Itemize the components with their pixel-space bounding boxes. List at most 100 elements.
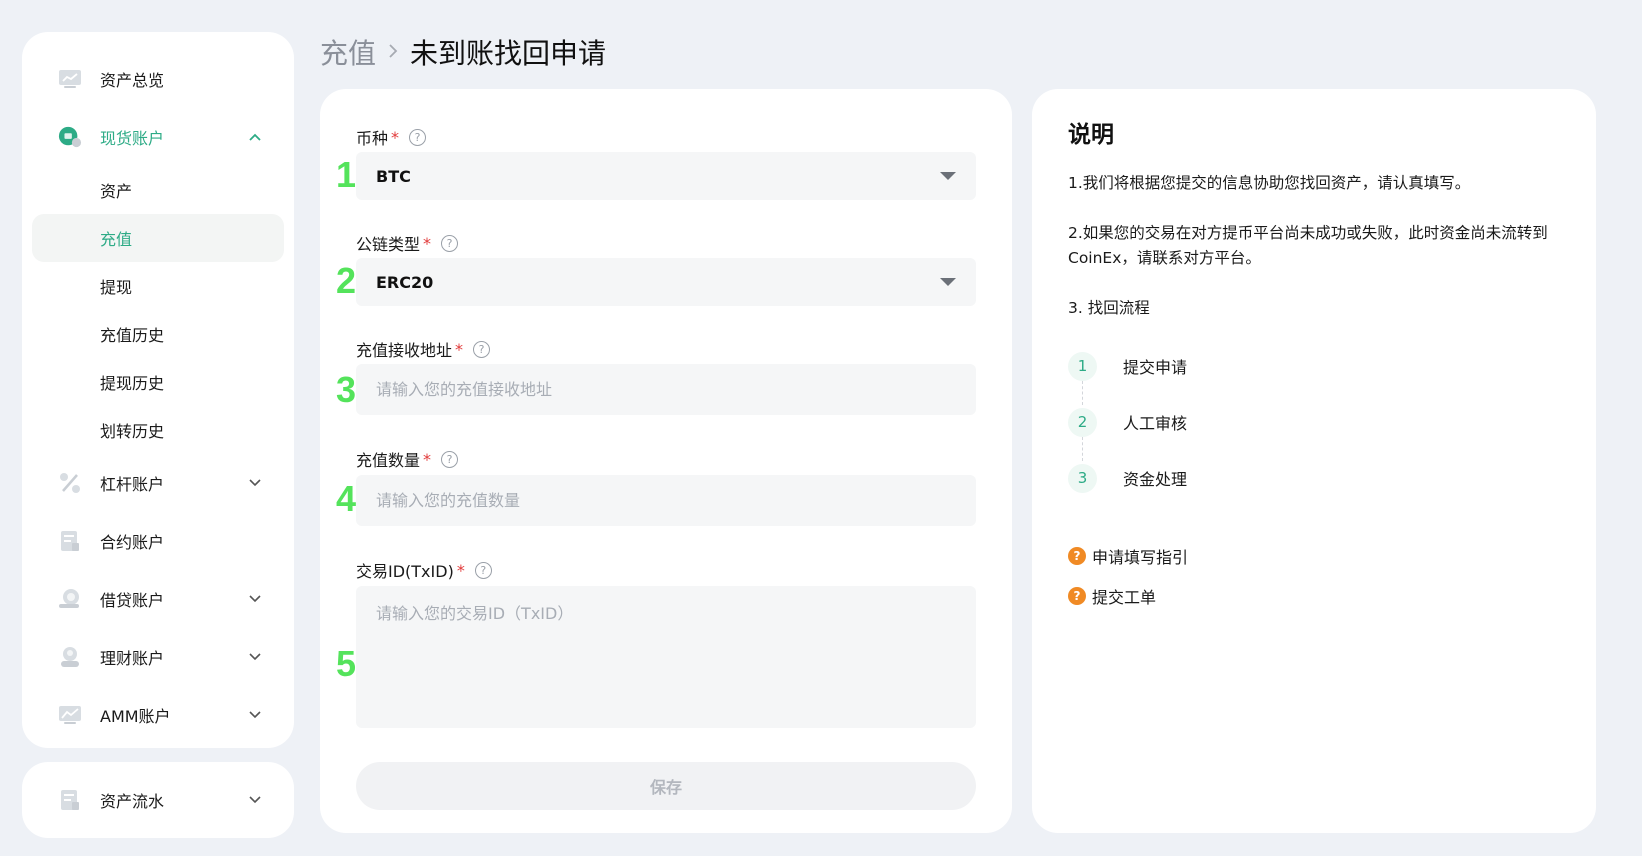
ledger-icon (58, 788, 82, 812)
sidebar-item-withdraw[interactable]: 提现 (32, 262, 284, 310)
select-value: ERC20 (376, 272, 434, 292)
instructions-title: 说明 (1068, 122, 1114, 148)
chevron-down-icon[interactable] (248, 793, 262, 807)
sidebar-item-withdraw-history[interactable]: 提现历史 (32, 358, 284, 406)
step-label: 提交申请 (1123, 358, 1188, 377)
step-label: 人工审核 (1123, 414, 1188, 433)
nav-loan-account[interactable]: 借贷账户 (22, 570, 294, 628)
nav-futures-account[interactable]: 合约账户 (22, 512, 294, 570)
help-icon[interactable]: ? (441, 234, 459, 252)
help-icon[interactable]: ? (441, 450, 459, 468)
chain-select[interactable]: ERC20 (356, 258, 976, 306)
chevron-down-icon[interactable] (248, 650, 262, 664)
nav-label: 现货账户 (100, 129, 165, 148)
required-mark: * (423, 233, 432, 253)
process-step: 1 提交申请 (1068, 338, 1560, 394)
required-mark: * (391, 127, 400, 147)
process-steps: 1 提交申请 2 人工审核 3 资金处理 (1068, 338, 1560, 506)
amm-chart-icon (58, 703, 82, 727)
process-step: 2 人工审核 (1068, 394, 1560, 450)
nav-asset-overview[interactable]: 资产总览 (22, 50, 294, 108)
save-button[interactable]: 保存 (356, 762, 976, 810)
step-marker: 5 (336, 643, 357, 684)
field-label-text: 币种 (356, 129, 389, 148)
step-number-badge: 1 (1068, 351, 1097, 381)
step-number-badge: 3 (1068, 463, 1097, 493)
field-label-text: 充值数量 (356, 451, 421, 470)
sidebar-item-transfer-history[interactable]: 划转历史 (32, 406, 284, 454)
sidebar-item-assets[interactable]: 资产 (32, 166, 284, 214)
link-label: 申请填写指引 (1092, 548, 1189, 567)
question-icon: ? (1068, 547, 1086, 565)
select-value: BTC (376, 166, 411, 186)
required-mark: * (423, 449, 432, 469)
nav-label: 借贷账户 (100, 591, 165, 610)
chevron-down-icon[interactable] (248, 476, 262, 490)
chevron-up-icon[interactable] (248, 130, 262, 144)
percent-icon (58, 471, 82, 495)
step-marker: 1 (336, 154, 357, 195)
required-mark: * (455, 339, 464, 359)
link-label: 提交工单 (1092, 588, 1157, 607)
sub-item-label: 充值 (100, 230, 133, 249)
help-icon[interactable]: ? (474, 561, 492, 579)
instructions-card: 说明 1.我们将根据您提交的信息协助您找回资产，请认真填写。 2.如果您的交易在… (1032, 89, 1596, 833)
nav-label: 资产流水 (100, 792, 165, 811)
amount-input[interactable] (356, 475, 976, 526)
field-label-text: 充值接收地址 (356, 341, 453, 360)
instruction-paragraph: 2.如果您的交易在对方提币平台尚未成功或失败，此时资金尚未流转到CoinEx，请… (1068, 224, 1548, 267)
txid-textarea[interactable] (356, 586, 976, 728)
nav-amm-account[interactable]: AMM账户 (22, 686, 294, 744)
spot-coin-icon (58, 125, 82, 149)
sidebar-bottom-card: 资产流水 (22, 762, 294, 838)
breadcrumb-parent-link[interactable]: 充值 (320, 32, 376, 72)
instruction-paragraph: 1.我们将根据您提交的信息协助您找回资产，请认真填写。 (1068, 174, 1471, 192)
process-heading: 3. 找回流程 (1068, 299, 1150, 317)
caret-down-icon (940, 172, 956, 180)
amount-label: 充值数量 * ? (356, 447, 459, 471)
field-label-text: 交易ID(TxID) (356, 562, 454, 581)
step-marker: 2 (336, 260, 357, 301)
sidebar-item-deposit[interactable]: 充值 (32, 214, 284, 262)
question-icon: ? (1068, 587, 1086, 605)
loan-coin-icon (58, 587, 82, 611)
sub-item-label: 提现历史 (100, 374, 165, 393)
sub-item-label: 充值历史 (100, 326, 165, 345)
nav-label: 合约账户 (100, 533, 165, 552)
chevron-down-icon[interactable] (248, 708, 262, 722)
coin-select[interactable]: BTC (356, 152, 976, 200)
address-label: 充值接收地址 * ? (356, 337, 491, 361)
required-mark: * (456, 560, 465, 580)
nav-margin-account[interactable]: 杠杆账户 (22, 454, 294, 512)
help-icon[interactable]: ? (409, 128, 427, 146)
sidebar-item-deposit-history[interactable]: 充值历史 (32, 310, 284, 358)
sidebar: 资产总览 现货账户 资产 充值 提现 充值历史 提现历史 划转历史 杠杆账户 合… (22, 32, 294, 748)
step-label: 资金处理 (1123, 470, 1188, 489)
finance-user-icon (58, 645, 82, 669)
field-label-text: 公链类型 (356, 235, 421, 254)
page-title: 未到账找回申请 (410, 37, 607, 70)
nav-label: 杠杆账户 (100, 475, 165, 494)
process-step: 3 资金处理 (1068, 450, 1560, 506)
caret-down-icon (940, 278, 956, 286)
chart-board-icon (58, 67, 82, 91)
chain-label: 公链类型 * ? (356, 231, 459, 255)
nav-label: 资产总览 (100, 71, 165, 90)
recovery-form-card: 币种 * ? 1 BTC 公链类型 * ? 2 ERC20 充值接收地址 * ? 3 … (320, 89, 1012, 833)
submit-ticket-link[interactable]: ? 提交工单 (1068, 576, 1560, 616)
step-number-badge: 2 (1068, 407, 1097, 437)
contract-doc-icon (58, 529, 82, 553)
address-input[interactable] (356, 364, 976, 415)
chevron-right-icon (388, 40, 398, 64)
sub-item-label: 划转历史 (100, 422, 165, 441)
nav-label: AMM账户 (100, 707, 171, 726)
nav-asset-flow[interactable]: 资产流水 (22, 762, 294, 838)
nav-spot-account[interactable]: 现货账户 (22, 108, 294, 166)
sub-item-label: 提现 (100, 278, 133, 297)
step-marker: 3 (336, 369, 357, 410)
nav-finance-account[interactable]: 理财账户 (22, 628, 294, 686)
help-icon[interactable]: ? (473, 340, 491, 358)
chevron-down-icon[interactable] (248, 592, 262, 606)
guide-link[interactable]: ? 申请填写指引 (1068, 536, 1560, 576)
txid-label: 交易ID(TxID) * ? (356, 558, 492, 582)
